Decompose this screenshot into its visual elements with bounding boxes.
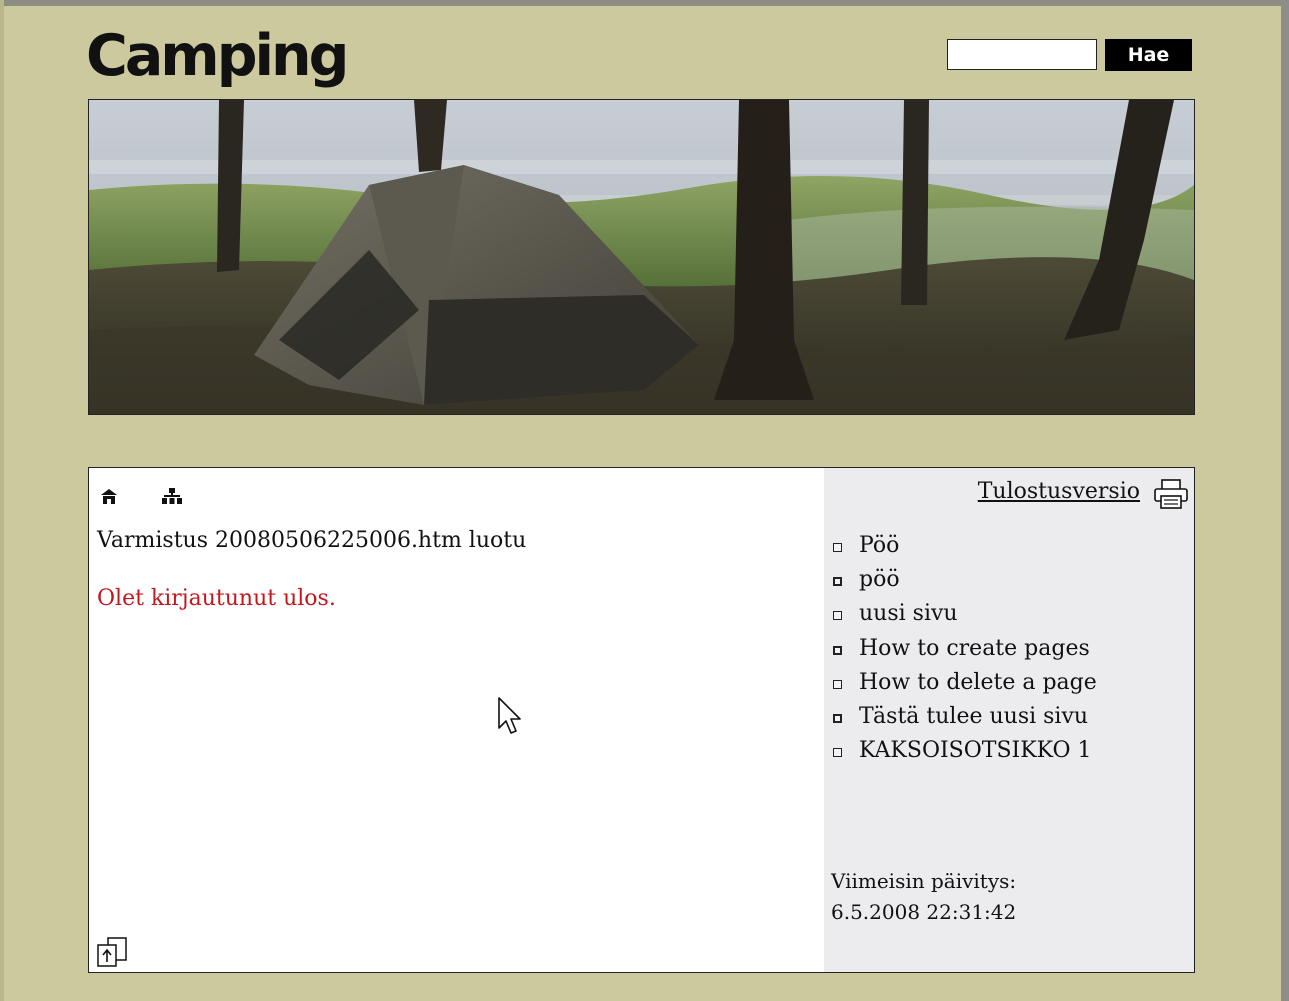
printer-icon[interactable] xyxy=(1153,478,1189,514)
page-up-icon[interactable] xyxy=(96,936,130,972)
nav-item-label: Tästä tulee uusi sivu xyxy=(859,704,1089,730)
nav-item[interactable]: Tästä tulee uusi sivu xyxy=(833,699,1097,733)
nav-item[interactable]: pöö xyxy=(833,562,1097,596)
nav-item[interactable]: How to delete a page xyxy=(833,665,1097,699)
home-icon[interactable] xyxy=(99,486,119,506)
sidebar: Tulostusversio Pöö pöö uusi sivu How to … xyxy=(824,468,1194,972)
bullet-icon xyxy=(833,748,842,758)
nav-item-label: uusi sivu xyxy=(859,601,958,627)
bullet-icon xyxy=(833,576,842,586)
nav-item-label: How to delete a page xyxy=(859,669,1097,695)
bullet-icon xyxy=(833,611,842,621)
nav-item-label: How to create pages xyxy=(859,635,1090,661)
nav-item-label: Pöö xyxy=(859,532,900,558)
last-updated: Viimeisin päivitys: 6.5.2008 22:31:42 xyxy=(831,866,1016,928)
last-updated-value: 6.5.2008 22:31:42 xyxy=(831,900,1017,924)
nav-item[interactable]: Pöö xyxy=(833,528,1097,562)
nav-item[interactable]: How to create pages xyxy=(833,631,1097,665)
nav-item-label: KAKSOISOTSIKKO 1 xyxy=(859,738,1092,764)
header-banner-image xyxy=(88,99,1195,415)
bullet-icon xyxy=(833,714,842,724)
sitemap-icon[interactable] xyxy=(161,486,182,506)
search-button[interactable]: Hae xyxy=(1105,39,1192,71)
window-top-border xyxy=(0,0,1289,6)
last-updated-label: Viimeisin päivitys: xyxy=(831,869,1017,893)
window-right-border xyxy=(1281,0,1289,1001)
bullet-icon xyxy=(833,645,842,655)
window-left-border xyxy=(0,0,4,1001)
backup-message: Varmistus 20080506225006.htm luotu xyxy=(97,528,527,553)
nav-item-label: pöö xyxy=(859,566,900,592)
content-panel: Varmistus 20080506225006.htm luotu Olet … xyxy=(88,467,1195,973)
site-logo[interactable]: Camping xyxy=(86,28,349,85)
search-input[interactable] xyxy=(947,39,1097,70)
logout-message: Olet kirjautunut ulos. xyxy=(97,586,336,611)
mouse-cursor-icon xyxy=(497,696,523,740)
nav-item[interactable]: uusi sivu xyxy=(833,597,1097,631)
page-navigation: Pöö pöö uusi sivu How to create pages Ho… xyxy=(833,528,1097,768)
nav-item[interactable]: KAKSOISOTSIKKO 1 xyxy=(833,734,1097,768)
print-version-link[interactable]: Tulostusversio xyxy=(978,479,1140,504)
bullet-icon xyxy=(833,542,842,552)
bullet-icon xyxy=(833,679,842,689)
